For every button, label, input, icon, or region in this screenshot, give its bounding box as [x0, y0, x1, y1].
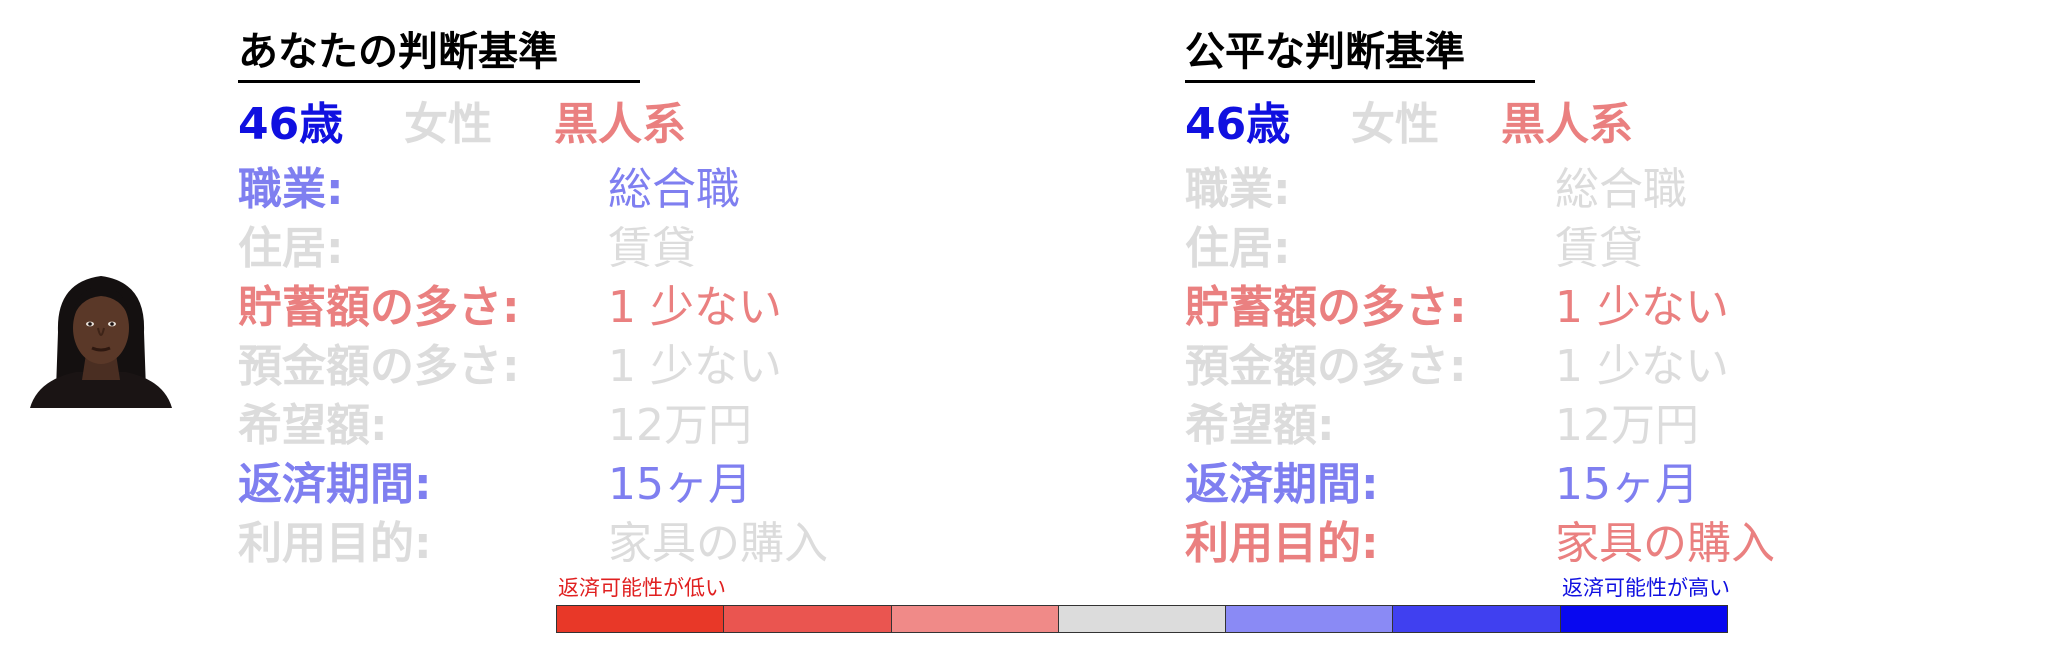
attribute-row: 職業: 総合職 [1185, 155, 2025, 215]
attribute-value: 1 少ない [608, 281, 782, 333]
demographics-row: 46歳 女性 黒人系 [238, 89, 1078, 151]
panel-title: あなたの判断基準 [238, 29, 558, 75]
attribute-row: 利用目的: 家具の購入 [1185, 509, 2025, 569]
attribute-label: 預金額の多さ: [238, 340, 520, 392]
attribute-value: 1 少ない [1555, 281, 1729, 333]
attribute-value: 15ヶ月 [608, 458, 752, 510]
attribute-value: 賃貸 [608, 222, 696, 274]
attribute-value: 1 少ない [608, 340, 782, 392]
attribute-row: 預金額の多さ: 1 少ない [238, 332, 1078, 392]
attribute-label: 住居: [1185, 222, 1291, 274]
attribute-label: 職業: [1185, 163, 1291, 215]
legend-swatch [724, 606, 892, 632]
attribute-label: 希望額: [1185, 399, 1335, 451]
panel-title: 公平な判断基準 [1185, 29, 1465, 75]
attribute-row: 職業: 総合職 [238, 155, 1078, 215]
attribute-row: 希望額: 12万円 [1185, 391, 2025, 451]
attribute-row: 利用目的: 家具の購入 [238, 509, 1078, 569]
attribute-value: 家具の購入 [1555, 517, 1775, 569]
your-criteria-panel: あなたの判断基準 46歳 女性 黒人系 職業: 総合職 住居: 賃貸 貯蓄額の多… [238, 22, 1078, 569]
attribute-label: 返済期間: [238, 458, 432, 510]
gender-value: 女性 [404, 99, 492, 150]
legend-swatch [1560, 606, 1727, 632]
attribute-value: 1 少ない [1555, 340, 1729, 392]
attribute-value: 15ヶ月 [1555, 458, 1699, 510]
legend-low-label: 返済可能性が低い [558, 576, 726, 600]
legend-swatch [1058, 606, 1227, 632]
age-value: 46歳 [238, 99, 344, 150]
age-value: 46歳 [1185, 99, 1291, 150]
attribute-value: 賃貸 [1555, 222, 1643, 274]
attribute-row: 返済期間: 15ヶ月 [1185, 450, 2025, 510]
legend-swatch [891, 606, 1059, 632]
race-value: 黒人系 [554, 99, 686, 150]
attribute-label: 貯蓄額の多さ: [238, 281, 520, 333]
attribute-label: 住居: [238, 222, 344, 274]
color-scale-legend [556, 605, 1728, 633]
legend-swatch [1393, 606, 1561, 632]
race-value: 黒人系 [1501, 99, 1633, 150]
attribute-value: 総合職 [608, 163, 740, 215]
attribute-value: 12万円 [1555, 399, 1699, 451]
attribute-value: 家具の購入 [608, 517, 828, 569]
attribute-value: 12万円 [608, 399, 752, 451]
attribute-value: 総合職 [1555, 163, 1687, 215]
attribute-label: 利用目的: [1185, 517, 1379, 569]
attribute-label: 預金額の多さ: [1185, 340, 1467, 392]
attribute-row: 貯蓄額の多さ: 1 少ない [238, 273, 1078, 333]
attribute-list: 職業: 総合職 住居: 賃貸 貯蓄額の多さ: 1 少ない 預金額の多さ: 1 少… [238, 155, 1078, 569]
attribute-list: 職業: 総合職 住居: 賃貸 貯蓄額の多さ: 1 少ない 預金額の多さ: 1 少… [1185, 155, 2025, 569]
attribute-row: 住居: 賃貸 [1185, 214, 2025, 274]
attribute-row: 住居: 賃貸 [238, 214, 1078, 274]
attribute-label: 職業: [238, 163, 344, 215]
person-photo-icon [28, 262, 174, 408]
legend-high-label: 返済可能性が高い [1562, 576, 1730, 600]
attribute-label: 希望額: [238, 399, 388, 451]
attribute-row: 希望額: 12万円 [238, 391, 1078, 451]
attribute-row: 貯蓄額の多さ: 1 少ない [1185, 273, 2025, 333]
demographics-row: 46歳 女性 黒人系 [1185, 89, 2025, 151]
attribute-label: 利用目的: [238, 517, 432, 569]
attribute-label: 貯蓄額の多さ: [1185, 281, 1467, 333]
fair-criteria-panel: 公平な判断基準 46歳 女性 黒人系 職業: 総合職 住居: 賃貸 貯蓄額の多さ… [1185, 22, 2025, 569]
attribute-row: 預金額の多さ: 1 少ない [1185, 332, 2025, 392]
attribute-row: 返済期間: 15ヶ月 [238, 450, 1078, 510]
attribute-label: 返済期間: [1185, 458, 1379, 510]
legend-swatch [1226, 606, 1394, 632]
legend-swatch [557, 606, 725, 632]
gender-value: 女性 [1351, 99, 1439, 150]
